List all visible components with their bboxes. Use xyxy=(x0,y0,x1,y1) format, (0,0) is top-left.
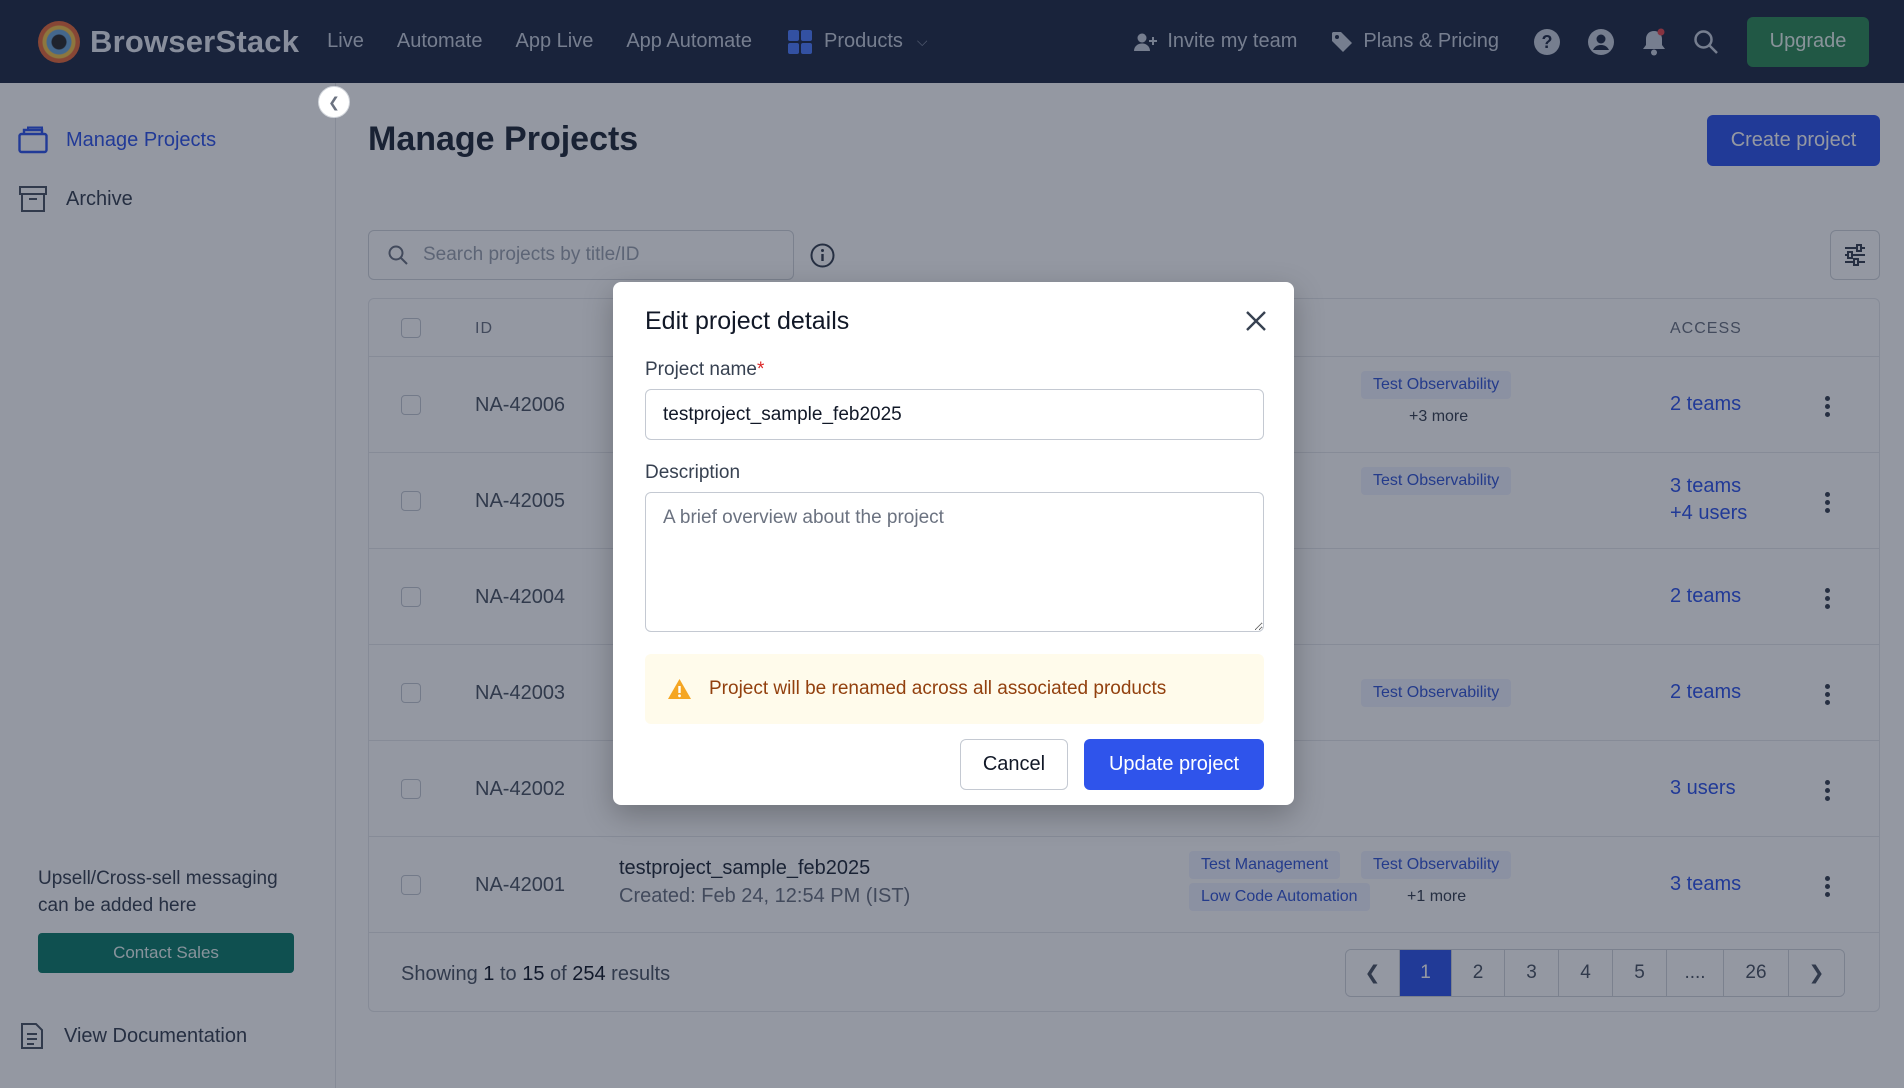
close-dialog-button[interactable] xyxy=(1243,308,1269,334)
description-label: Description xyxy=(645,462,741,483)
collapse-sidebar-button[interactable]: ❮ xyxy=(318,86,350,118)
project-name-input[interactable] xyxy=(645,389,1264,440)
rename-warning: Project will be renamed across all assoc… xyxy=(645,654,1264,724)
update-project-button[interactable]: Update project xyxy=(1084,739,1264,790)
chevron-left-icon: ❮ xyxy=(328,93,340,110)
warning-text: Project will be renamed across all assoc… xyxy=(709,678,1167,699)
edit-project-dialog: Edit project details Project name* Descr… xyxy=(613,282,1294,805)
warning-icon xyxy=(668,679,691,699)
required-mark: * xyxy=(756,359,765,380)
description-textarea[interactable] xyxy=(645,492,1264,632)
project-name-label: Project name* xyxy=(645,359,764,381)
dialog-title: Edit project details xyxy=(645,307,850,335)
label-text: Project name xyxy=(645,359,757,380)
cancel-button[interactable]: Cancel xyxy=(960,739,1068,790)
close-icon xyxy=(1246,311,1266,331)
